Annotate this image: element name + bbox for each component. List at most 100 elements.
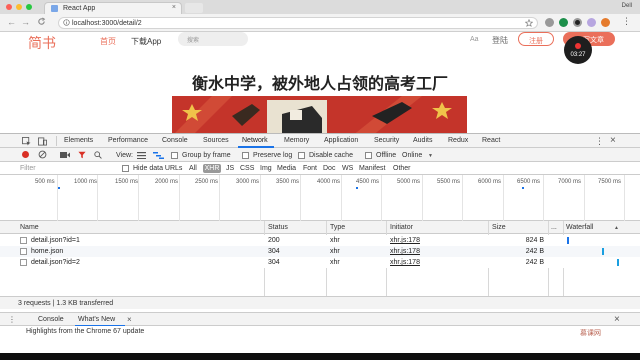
filter-icon[interactable] bbox=[78, 151, 86, 159]
extension-icon[interactable] bbox=[545, 18, 554, 27]
request-status: 200 bbox=[268, 237, 280, 244]
filter-type-css[interactable]: CSS bbox=[240, 165, 254, 172]
nav-download-app-link[interactable]: 下载App bbox=[131, 36, 161, 47]
close-window-button[interactable] bbox=[6, 4, 12, 10]
drawer-tab-whats-new[interactable]: What's New bbox=[78, 316, 115, 323]
column-name[interactable]: Name bbox=[20, 224, 39, 231]
preserve-log-checkbox[interactable] bbox=[242, 152, 249, 159]
filter-type-xhr[interactable]: XHR bbox=[203, 164, 221, 173]
filter-type-ws[interactable]: WS bbox=[342, 165, 353, 172]
request-initiator[interactable]: xhr.js:178 bbox=[390, 248, 420, 255]
waterfall-view-icon[interactable] bbox=[153, 152, 164, 159]
column-status[interactable]: Status bbox=[268, 224, 288, 231]
login-link[interactable]: 登陆 bbox=[492, 35, 508, 46]
request-size: 242 B bbox=[525, 248, 544, 255]
extension-icon[interactable] bbox=[573, 18, 582, 27]
tab-react[interactable]: React bbox=[482, 137, 500, 144]
video-capture-icon[interactable] bbox=[60, 151, 70, 159]
more-menu-icon[interactable]: ⋮ bbox=[622, 16, 631, 27]
extension-icon[interactable] bbox=[587, 18, 596, 27]
group-by-frame-checkbox[interactable] bbox=[171, 152, 178, 159]
extension-icon[interactable] bbox=[559, 18, 568, 27]
filter-type-js[interactable]: JS bbox=[226, 165, 234, 172]
request-initiator[interactable]: xhr.js:178 bbox=[390, 237, 420, 244]
tick-line bbox=[57, 175, 58, 221]
disable-cache-label: Disable cache bbox=[309, 152, 353, 159]
filter-type-media[interactable]: Media bbox=[277, 165, 296, 172]
column-waterfall[interactable]: Waterfall bbox=[566, 224, 593, 231]
tick-label: 2500 ms bbox=[195, 179, 219, 185]
video-frame-bottom bbox=[0, 353, 640, 360]
tab-memory[interactable]: Memory bbox=[284, 137, 309, 144]
maximize-window-button[interactable] bbox=[26, 4, 32, 10]
tick-label: 7500 ms bbox=[598, 179, 622, 185]
profile-name[interactable]: Dell bbox=[622, 3, 632, 9]
disable-cache-checkbox[interactable] bbox=[298, 152, 305, 159]
hide-data-urls-checkbox[interactable] bbox=[122, 165, 129, 172]
site-logo[interactable]: 简书 bbox=[28, 33, 56, 53]
register-label: 注册 bbox=[529, 38, 543, 45]
filter-type-img[interactable]: Img bbox=[260, 165, 272, 172]
tab-elements[interactable]: Elements bbox=[64, 137, 93, 144]
table-row[interactable]: detail.json?id=2 304 xhr xhr.js:178 242 … bbox=[0, 257, 640, 268]
tab-performance[interactable]: Performance bbox=[108, 137, 148, 144]
devtools-menu-icon[interactable]: ⋮ bbox=[595, 136, 604, 147]
tab-console[interactable]: Console bbox=[162, 137, 188, 144]
request-size: 242 B bbox=[525, 259, 544, 266]
column-size[interactable]: Size bbox=[492, 224, 506, 231]
record-icon[interactable] bbox=[22, 151, 29, 158]
close-devtools-icon[interactable]: × bbox=[610, 135, 616, 146]
minimize-window-button[interactable] bbox=[16, 4, 22, 10]
tick-line bbox=[300, 175, 301, 221]
offline-checkbox[interactable] bbox=[365, 152, 372, 159]
tab-security[interactable]: Security bbox=[374, 137, 399, 144]
table-row[interactable]: detail.json?id=1 200 xhr xhr.js:178 824 … bbox=[0, 235, 640, 246]
search-icon[interactable] bbox=[94, 151, 102, 159]
device-toolbar-icon[interactable] bbox=[38, 137, 47, 146]
address-bar[interactable]: localhost:3000/detail/2 bbox=[58, 17, 538, 29]
search-input[interactable]: 搜索 bbox=[178, 32, 248, 46]
forward-arrow-icon[interactable]: → bbox=[21, 17, 30, 27]
filter-type-other[interactable]: Other bbox=[393, 165, 411, 172]
tab-audits[interactable]: Audits bbox=[413, 137, 432, 144]
register-button[interactable]: 注册 bbox=[518, 32, 554, 46]
nav-home-link[interactable]: 首页 bbox=[100, 36, 116, 47]
filter-type-all[interactable]: All bbox=[189, 165, 197, 172]
star-icon[interactable] bbox=[525, 19, 533, 27]
article-poster-image bbox=[172, 96, 467, 133]
column-type[interactable]: Type bbox=[330, 224, 345, 231]
filter-type-font[interactable]: Font bbox=[303, 165, 317, 172]
tick-label: 2000 ms bbox=[155, 179, 179, 185]
new-tab-button[interactable] bbox=[185, 3, 203, 13]
tick-line bbox=[503, 175, 504, 221]
tab-close-icon[interactable]: × bbox=[172, 4, 176, 11]
column-time[interactable]: ... bbox=[551, 224, 557, 231]
throttling-select[interactable]: Online bbox=[402, 152, 422, 159]
table-row[interactable]: home.json 304 xhr xhr.js:178 242 B bbox=[0, 246, 640, 257]
file-icon bbox=[20, 259, 27, 266]
network-toolbar: View: Group by frame Preserve log Disabl… bbox=[0, 148, 640, 162]
extension-icon[interactable] bbox=[601, 18, 610, 27]
font-size-toggle[interactable]: Aa bbox=[470, 36, 479, 43]
close-drawer-icon[interactable]: × bbox=[614, 314, 620, 325]
filter-input[interactable]: Filter bbox=[20, 165, 115, 172]
clear-icon[interactable] bbox=[38, 150, 47, 159]
drawer-menu-icon[interactable]: ⋮ bbox=[8, 315, 16, 324]
browser-tab[interactable]: React App × bbox=[44, 2, 182, 14]
tab-application[interactable]: Application bbox=[324, 137, 358, 144]
inspect-element-icon[interactable] bbox=[22, 137, 31, 146]
tab-redux[interactable]: Redux bbox=[448, 137, 468, 144]
network-overview-timeline[interactable]: 500 ms 1000 ms 1500 ms 2000 ms 2500 ms 3… bbox=[0, 175, 640, 221]
tab-sources[interactable]: Sources bbox=[203, 137, 229, 144]
drawer-tab-close-icon[interactable]: × bbox=[127, 315, 132, 324]
column-initiator[interactable]: Initiator bbox=[390, 224, 413, 231]
filter-type-manifest[interactable]: Manifest bbox=[359, 165, 385, 172]
large-rows-icon[interactable] bbox=[137, 152, 146, 159]
tab-network[interactable]: Network bbox=[242, 137, 268, 144]
request-initiator[interactable]: xhr.js:178 bbox=[390, 259, 420, 266]
info-icon[interactable] bbox=[63, 19, 70, 26]
drawer-tab-console[interactable]: Console bbox=[38, 316, 64, 323]
reload-icon[interactable] bbox=[37, 17, 46, 26]
back-arrow-icon[interactable]: ← bbox=[7, 17, 16, 27]
filter-type-doc[interactable]: Doc bbox=[323, 165, 335, 172]
